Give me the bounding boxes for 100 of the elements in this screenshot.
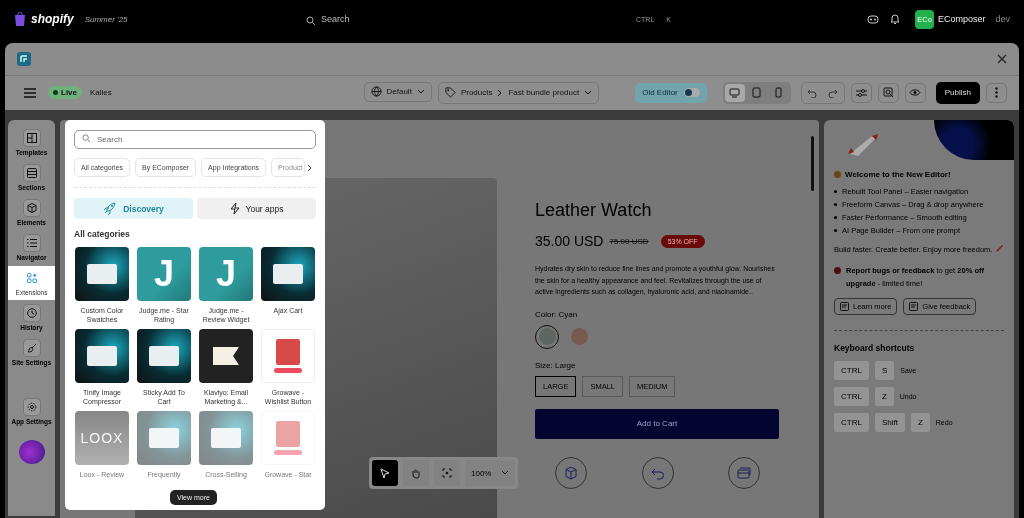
color-label: Color: Cyan bbox=[535, 309, 579, 319]
chevron-right-icon[interactable] bbox=[307, 163, 313, 172]
bell-icon[interactable] bbox=[889, 13, 902, 25]
edition-label: Summer '25 bbox=[84, 14, 128, 24]
zoom-dropdown[interactable]: 100% bbox=[465, 460, 516, 486]
key-cap: CTRL bbox=[834, 413, 869, 432]
document-icon bbox=[909, 302, 919, 311]
product-price: 35.00 USD bbox=[535, 233, 604, 249]
clock-icon bbox=[26, 308, 37, 318]
caret-icon bbox=[416, 88, 425, 95]
theme-dropdown[interactable]: Default bbox=[363, 81, 432, 102]
app-logo[interactable]: J bbox=[199, 247, 253, 301]
hand-tool[interactable] bbox=[403, 460, 429, 486]
close-icon[interactable] bbox=[997, 53, 1007, 64]
search-icon bbox=[82, 134, 91, 143]
key-cap: CTRL bbox=[834, 387, 869, 406]
rocket-icon bbox=[994, 243, 1004, 252]
app-logo[interactable]: J bbox=[137, 247, 191, 301]
sliders-icon bbox=[855, 87, 867, 98]
panel-tab[interactable]: Discovery bbox=[74, 198, 193, 219]
cube-icon bbox=[26, 203, 37, 213]
size-label: Size: Large bbox=[535, 360, 577, 370]
tag-icon bbox=[444, 87, 456, 99]
document-icon bbox=[840, 302, 849, 311]
undo-icon bbox=[807, 87, 818, 98]
live-badge: Live bbox=[48, 86, 82, 100]
rocket-icon bbox=[103, 202, 118, 215]
rows-icon bbox=[26, 168, 37, 178]
app-thumbnail[interactable] bbox=[261, 411, 315, 465]
apps-icon bbox=[26, 273, 37, 283]
key-cap: CTRL bbox=[834, 361, 869, 380]
lightning-icon bbox=[229, 202, 240, 215]
breadcrumb-item[interactable]: Products bbox=[460, 88, 493, 98]
compare-price: 75.00 USD bbox=[609, 236, 649, 246]
section-title: All categories bbox=[74, 229, 131, 239]
add-to-cart-button[interactable]: Add to Cart bbox=[535, 408, 779, 439]
caret-icon bbox=[584, 89, 593, 96]
bug-icon bbox=[834, 267, 841, 274]
product-title: Leather Watch bbox=[535, 200, 653, 221]
inspect-button[interactable] bbox=[877, 82, 899, 103]
search-field[interactable]: Search bbox=[74, 130, 316, 149]
preview-button[interactable] bbox=[904, 82, 926, 103]
app-thumbnail[interactable] bbox=[261, 329, 315, 383]
app-thumbnail[interactable] bbox=[261, 247, 315, 301]
globe-icon bbox=[370, 86, 382, 98]
role-label: dev bbox=[995, 14, 1010, 24]
key-cap: Z bbox=[910, 413, 930, 432]
eye-icon bbox=[909, 88, 922, 98]
store-name: EComposer bbox=[937, 14, 986, 24]
welcome-title: Welcome to the New Editor! bbox=[845, 170, 951, 179]
brush-icon bbox=[26, 343, 37, 353]
menu-icon[interactable] bbox=[24, 87, 36, 98]
old-editor-toggle[interactable] bbox=[683, 88, 700, 98]
desktop-view-button[interactable] bbox=[724, 83, 745, 102]
inspect-icon bbox=[882, 87, 894, 99]
key-cap: Z bbox=[874, 387, 894, 406]
bullet-dot bbox=[834, 203, 837, 206]
key-cap: S bbox=[874, 361, 895, 380]
redo-icon bbox=[828, 87, 839, 98]
bullet-dot bbox=[834, 216, 837, 219]
more-icon bbox=[995, 87, 998, 99]
app-logo-icon bbox=[17, 51, 31, 66]
tablet-icon bbox=[752, 87, 762, 99]
page-dropdown[interactable]: Products Fast bundle product bbox=[437, 81, 600, 104]
bullet-dot bbox=[834, 190, 837, 193]
mask-icon[interactable] bbox=[867, 13, 880, 25]
chevron-right-icon bbox=[497, 88, 504, 97]
old-editor-label: Old Editor bbox=[642, 88, 678, 98]
list-icon bbox=[26, 238, 37, 248]
brand-logo[interactable]: shopify bbox=[31, 12, 74, 26]
breadcrumb-item[interactable]: Fast bundle product bbox=[508, 88, 580, 98]
waving-hand-icon bbox=[834, 171, 841, 178]
app-thumbnail[interactable] bbox=[137, 329, 191, 383]
shopping-bag-icon bbox=[14, 12, 26, 26]
panel-tab[interactable]: Your apps bbox=[197, 198, 316, 219]
app-thumbnail[interactable] bbox=[199, 411, 253, 465]
pointer-tool[interactable] bbox=[372, 460, 398, 486]
key-cap: Shift bbox=[874, 413, 905, 432]
pointer-icon bbox=[380, 467, 390, 479]
layout-icon bbox=[26, 133, 37, 143]
gear-icon bbox=[26, 402, 37, 412]
store-label: Kalles bbox=[90, 88, 112, 98]
app-thumbnail[interactable] bbox=[75, 329, 129, 383]
focus-tool[interactable] bbox=[434, 460, 460, 486]
focus-icon bbox=[442, 468, 452, 478]
search-icon bbox=[306, 16, 316, 26]
app-thumbnail[interactable] bbox=[75, 247, 129, 301]
publish-button[interactable]: Publish bbox=[935, 81, 980, 104]
more-button[interactable] bbox=[986, 82, 1007, 103]
flag-logo-thumbnail[interactable] bbox=[199, 329, 253, 383]
assistant-orb[interactable] bbox=[18, 440, 45, 464]
bullet-dot bbox=[834, 229, 837, 232]
sliders-button[interactable] bbox=[850, 82, 872, 103]
caret-icon bbox=[501, 470, 510, 476]
hand-icon bbox=[411, 467, 421, 479]
app-thumbnail[interactable] bbox=[137, 411, 191, 465]
search-field[interactable]: Search bbox=[306, 12, 441, 26]
monitor-icon bbox=[729, 87, 741, 98]
shortcuts-title: Keyboard shortcuts bbox=[834, 343, 916, 353]
phone-icon bbox=[775, 87, 783, 99]
